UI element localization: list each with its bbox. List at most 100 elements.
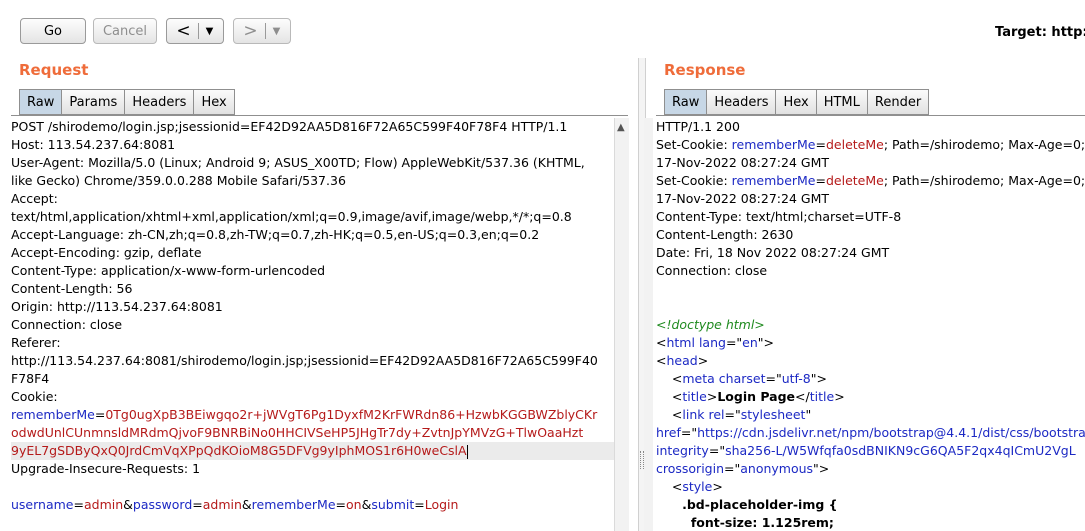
code-token: odwdUnlCUnmnsldMRdmQjvoF9BNRBiNo0HHCIVSe…: [11, 425, 584, 440]
text-caret: [466, 444, 468, 459]
code-token: =": [724, 461, 741, 476]
tab-params[interactable]: Params: [62, 89, 126, 115]
code-token: ; Path=/shirodemo; Max-Age=0;: [883, 173, 1085, 188]
code-line: Content-Length: 2630: [656, 226, 1085, 244]
code-line: 9yEL7gSDByQxQ0JrdCmVqXPpQdKOioM8G5DFVg9y…: [11, 442, 614, 460]
code-token: =: [815, 173, 826, 188]
code-token: http://113.54.237.64:8081/shirodemo/logi…: [11, 353, 598, 368]
code-token: =: [94, 407, 106, 422]
code-token: Accept:: [11, 191, 58, 206]
back-button[interactable]: < ▼: [166, 18, 224, 44]
code-token: Referer:: [11, 335, 61, 350]
tab-hex[interactable]: Hex: [194, 89, 235, 115]
code-token: admin: [83, 497, 124, 512]
code-line: Content-Length: 56: [11, 280, 614, 298]
code-token: head: [666, 353, 698, 368]
code-line: Connection: close: [11, 316, 614, 334]
tab-headers[interactable]: Headers: [707, 89, 777, 115]
code-line: 17-Nov-2022 08:27:24 GMT: [656, 190, 1085, 208]
code-token: Origin: http://113.54.237.64:8081: [11, 299, 223, 314]
request-editor[interactable]: POST /shirodemo/login.jsp;jsessionid=EF4…: [11, 118, 614, 531]
code-token: =": [680, 425, 698, 440]
code-token: Content-Length: 56: [11, 281, 133, 296]
code-token: admin: [202, 497, 242, 512]
code-token: en: [742, 335, 758, 350]
code-token: </: [795, 389, 810, 404]
code-token: title: [809, 389, 835, 404]
code-line: Referer:: [11, 334, 614, 352]
code-token: rememberMe: [251, 497, 336, 512]
request-tabs: Raw Params Headers Hex: [19, 89, 235, 115]
code-line: POST /shirodemo/login.jsp;jsessionid=EF4…: [11, 118, 614, 136]
code-token: <: [656, 353, 667, 368]
back-arrow-icon: <: [176, 21, 191, 41]
code-token: deleteMe: [825, 173, 884, 188]
code-line: Host: 113.54.237.64:8081: [11, 136, 614, 154]
code-token: ">: [810, 371, 827, 386]
code-line: 17-Nov-2022 08:27:24 GMT: [656, 154, 1085, 172]
tab-raw[interactable]: Raw: [19, 89, 63, 115]
code-line: <title>Login Page</title>: [656, 388, 1085, 406]
code-line: User-Agent: Mozilla/5.0 (Linux; Android …: [11, 154, 614, 172]
code-token: >: [697, 353, 709, 368]
chevron-down-icon[interactable]: ▼: [199, 26, 221, 37]
tab-hex[interactable]: Hex: [776, 89, 817, 115]
response-scrollbar[interactable]: [644, 118, 653, 531]
code-token: =": [724, 407, 741, 422]
code-line: <link rel="stylesheet": [656, 406, 1085, 424]
code-token: <: [656, 479, 683, 494]
go-button[interactable]: Go: [20, 18, 86, 44]
request-scrollbar[interactable]: ▲: [614, 118, 629, 531]
code-token: username: [11, 497, 74, 512]
tab-render[interactable]: Render: [867, 89, 930, 115]
code-token: ">: [813, 461, 830, 476]
code-token: deleteMe: [825, 137, 884, 152]
code-token: &: [361, 497, 372, 512]
code-line: Accept:: [11, 190, 614, 208]
code-token: =: [73, 497, 84, 512]
code-line: <head>: [656, 352, 1085, 370]
code-line: <style>: [656, 478, 1085, 496]
code-line: Accept-Language: zh-CN,zh;q=0.8,zh-TW;q=…: [11, 226, 614, 244]
code-token: <: [656, 407, 683, 422]
code-line: .bd-placeholder-img {: [656, 496, 1085, 514]
code-token: ">: [757, 335, 775, 350]
code-token: utf-8: [781, 371, 811, 386]
code-token: <!doctype html>: [656, 317, 765, 332]
code-token: like Gecko) Chrome/359.0.0.288 Mobile Sa…: [11, 173, 346, 188]
tab-html[interactable]: HTML: [816, 89, 868, 115]
code-token: ; Path=/shirodemo; Max-Age=0;: [883, 137, 1085, 152]
code-token: Content-Type: text/html;charset=UTF-8: [656, 209, 902, 224]
code-token: href: [656, 425, 681, 440]
code-line: font-size: 1.125rem;: [656, 514, 1085, 531]
chevron-down-icon[interactable]: ▼: [266, 26, 288, 37]
scroll-up-icon[interactable]: ▲: [617, 122, 625, 133]
code-token: font-size: 1.125rem;: [656, 515, 834, 530]
code-token: html: [666, 335, 699, 350]
code-token: =: [815, 137, 826, 152]
code-token: Login: [424, 497, 459, 512]
code-token: <: [656, 371, 683, 386]
response-editor[interactable]: HTTP/1.1 200 Set-Cookie: rememberMe=delet…: [656, 118, 1085, 531]
cancel-button[interactable]: Cancel: [93, 18, 157, 44]
code-token: >: [706, 389, 718, 404]
code-line: like Gecko) Chrome/359.0.0.288 Mobile Sa…: [11, 172, 614, 190]
tab-headers[interactable]: Headers: [125, 89, 195, 115]
code-token: Connection: close: [11, 317, 123, 332]
code-line: F78F4: [11, 370, 614, 388]
tab-raw[interactable]: Raw: [664, 89, 708, 115]
code-token: Accept-Language: zh-CN,zh;q=0.8,zh-TW;q=…: [11, 227, 540, 242]
target-label[interactable]: Target: http://1: [995, 25, 1085, 40]
forward-button[interactable]: > ▼: [233, 18, 291, 44]
code-line: Upgrade-Insecure-Requests: 1: [11, 460, 614, 478]
code-line: <meta charset="utf-8">: [656, 370, 1085, 388]
code-token: >: [712, 479, 723, 494]
code-token: text/html,application/xhtml+xml,applicat…: [11, 209, 572, 224]
code-token: =: [414, 497, 425, 512]
code-token: 0Tg0ugXpB3BEiwgqo2r+jWVgT6Pg1DyxfM2KrFWR…: [105, 407, 598, 422]
code-line: http://113.54.237.64:8081/shirodemo/logi…: [11, 352, 614, 370]
code-token: style: [682, 479, 713, 494]
code-line: Set-Cookie: rememberMe=deleteMe; Path=/s…: [656, 172, 1085, 190]
response-title: Response: [664, 61, 746, 79]
